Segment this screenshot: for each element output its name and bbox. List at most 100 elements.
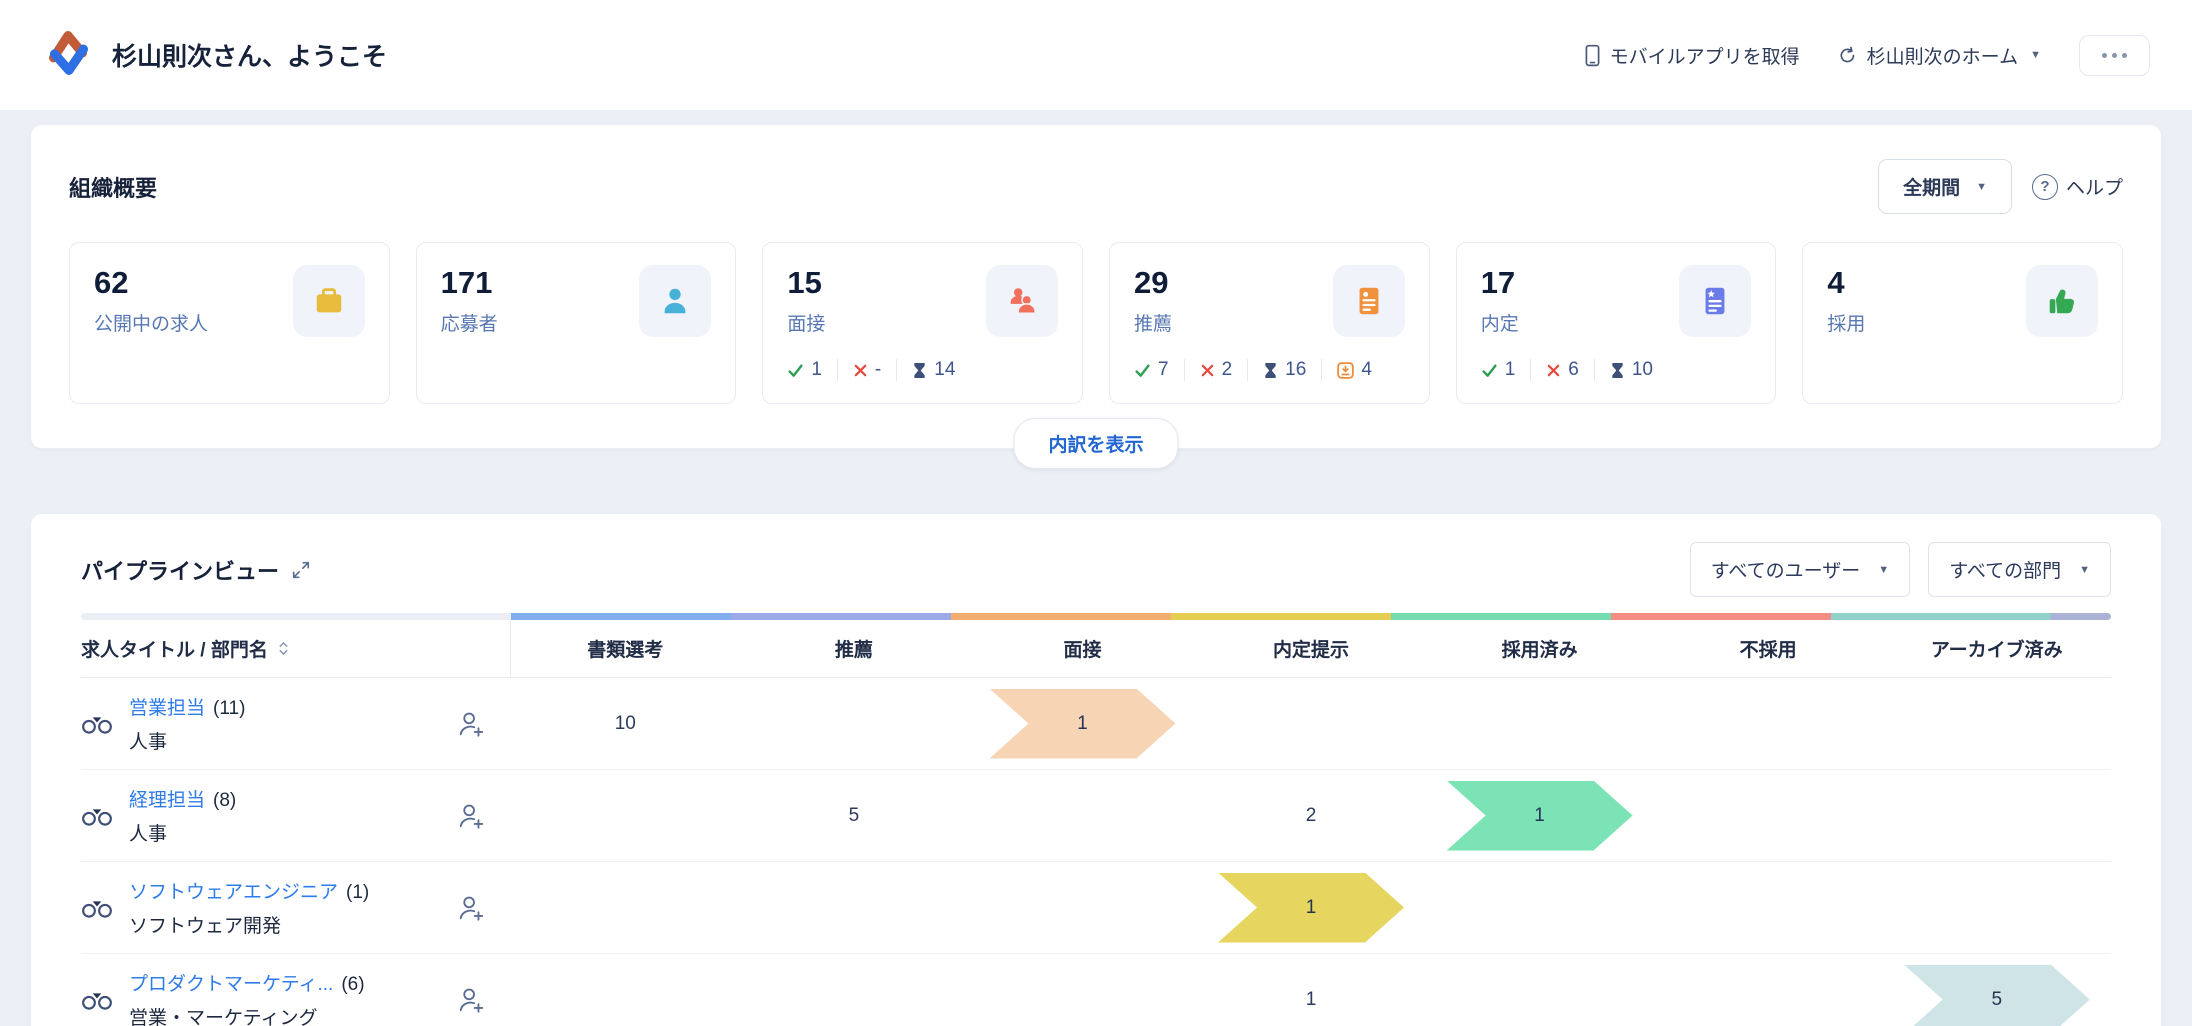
offer-icon — [1698, 284, 1732, 318]
stage-bar-segment — [511, 613, 731, 620]
stat-card[interactable]: 171 応募者 — [416, 242, 737, 404]
person-add-icon[interactable] — [457, 986, 485, 1014]
app-header: 杉山則次さん、ようこそ モバイルアプリを取得 杉山則次のホーム ▼ — [0, 0, 2192, 110]
job-department: 営業・マーケティング — [129, 1003, 365, 1026]
expand-icon[interactable] — [291, 560, 311, 580]
stage-count[interactable]: 1 — [1306, 989, 1317, 1011]
stage-column-header[interactable]: 不採用 — [1654, 635, 1883, 662]
show-breakdown-button[interactable]: 内訳を表示 — [1013, 418, 1178, 469]
users-filter-dropdown[interactable]: すべてのユーザー ▼ — [1690, 542, 1910, 597]
stage-column-header[interactable]: 採用済み — [1425, 635, 1654, 662]
stat-card[interactable]: 17 内定 1610 — [1456, 242, 1777, 404]
stage-column-header[interactable]: 推薦 — [740, 635, 969, 662]
stage-bar-segment — [1171, 613, 1391, 620]
job-title-link[interactable]: 経理担当 — [129, 790, 205, 811]
pipeline-cell — [1197, 678, 1426, 769]
job-department: ソフトウェア開発 — [129, 911, 369, 938]
get-mobile-app-link[interactable]: モバイルアプリを取得 — [1585, 42, 1800, 69]
stage-bar-segment — [1831, 613, 2051, 620]
home-switcher-dropdown[interactable]: 杉山則次のホーム ▼ — [1838, 42, 2041, 69]
person-add-icon[interactable] — [457, 710, 485, 738]
sort-icon[interactable] — [278, 641, 289, 656]
pipeline-title: パイプラインビュー — [81, 554, 311, 586]
chevron-down-icon: ▼ — [1976, 181, 1987, 193]
stage-column-header[interactable]: アーカイブ済み — [1882, 635, 2111, 662]
stage-column-header[interactable]: 書類選考 — [511, 635, 740, 662]
stage-count[interactable]: 5 — [849, 805, 860, 827]
stat-substat: 1 — [1481, 359, 1531, 381]
resume-icon — [1352, 284, 1386, 318]
stage-bar-segment — [731, 613, 951, 620]
stat-icon-badge — [986, 265, 1058, 337]
stat-card[interactable]: 29 推薦 72164 — [1109, 242, 1430, 404]
binoculars-icon — [81, 804, 113, 827]
table-row: 営業担当(11) 人事 10 1 — [81, 678, 2111, 770]
pipeline-cell — [968, 770, 1197, 861]
check-icon — [787, 362, 804, 379]
stat-substat: 2 — [1184, 359, 1248, 381]
pipeline-cell — [1425, 954, 1654, 1026]
stage-bar-segment — [951, 613, 1171, 620]
thumbsup-icon — [2045, 284, 2079, 318]
check-icon — [1134, 362, 1151, 379]
person-add-icon[interactable] — [457, 802, 485, 830]
chevron-down-icon: ▼ — [1878, 564, 1889, 576]
binoculars-icon — [81, 896, 113, 919]
stage-count[interactable]: 10 — [615, 713, 636, 735]
substat-value: 14 — [934, 359, 955, 381]
stage-arrow[interactable]: 5 — [1904, 965, 2090, 1026]
app-logo — [42, 26, 96, 85]
stat-substat: - — [837, 359, 896, 381]
stage-arrow[interactable]: 1 — [1447, 781, 1633, 851]
departments-filter-value: すべての部門 — [1949, 556, 2061, 583]
due-icon — [1337, 362, 1354, 379]
job-department: 人事 — [129, 727, 245, 754]
stat-card[interactable]: 4 採用 — [1802, 242, 2123, 404]
stage-column-header[interactable]: 内定提示 — [1197, 635, 1426, 662]
stage-arrow[interactable]: 1 — [989, 689, 1175, 759]
pipeline-cell: 2 — [1197, 770, 1426, 861]
job-title-link[interactable]: 営業担当 — [129, 698, 205, 719]
get-mobile-app-label: モバイルアプリを取得 — [1610, 42, 1800, 69]
stage-arrow[interactable]: 1 — [1218, 873, 1404, 943]
pipeline-cell — [511, 954, 740, 1026]
pipeline-cell — [1425, 862, 1654, 953]
x-icon — [853, 363, 868, 378]
help-link[interactable]: ? ヘルプ — [2032, 173, 2123, 200]
check-icon — [1481, 362, 1498, 379]
substat-value: 7 — [1158, 359, 1169, 381]
pipeline-cell: 1 — [1425, 770, 1654, 861]
stage-count[interactable]: 2 — [1306, 805, 1317, 827]
pipeline-cell — [740, 862, 969, 953]
x-icon — [1546, 363, 1561, 378]
stat-substat: 1 — [787, 359, 837, 381]
stat-cards-row: 62 公開中の求人 171 応募者 15 面接 1-14 29 推薦 — [69, 242, 2123, 404]
person-add-icon[interactable] — [457, 894, 485, 922]
stat-value: 29 — [1134, 265, 1172, 301]
people-icon — [1005, 284, 1039, 318]
stage-bar-segment — [1611, 613, 1831, 620]
more-options-button[interactable] — [2079, 35, 2150, 76]
departments-filter-dropdown[interactable]: すべての部門 ▼ — [1928, 542, 2111, 597]
stage-bar-endcap — [2051, 613, 2111, 620]
job-title-column-header[interactable]: 求人タイトル / 部門名 — [81, 620, 511, 677]
mobile-phone-icon — [1585, 44, 1600, 67]
period-filter-dropdown[interactable]: 全期間 ▼ — [1878, 159, 2012, 214]
binoculars-icon — [81, 988, 113, 1011]
job-title-cell: 営業担当(11) 人事 — [81, 693, 511, 754]
stat-value: 62 — [94, 265, 208, 301]
org-overview-title: 組織概要 — [69, 171, 157, 203]
stat-card[interactable]: 15 面接 1-14 — [762, 242, 1083, 404]
stat-card[interactable]: 62 公開中の求人 — [69, 242, 390, 404]
table-row: ソフトウェアエンジニア(1) ソフトウェア開発 1 — [81, 862, 2111, 954]
substat-value: 2 — [1222, 359, 1233, 381]
job-title-link[interactable]: プロダクトマーケティ... — [129, 974, 333, 995]
person-icon — [658, 284, 692, 318]
chevron-down-icon: ▼ — [2030, 49, 2041, 61]
help-label: ヘルプ — [2066, 173, 2123, 200]
pipeline-cell — [740, 954, 969, 1026]
job-title-link[interactable]: ソフトウェアエンジニア — [129, 882, 338, 903]
stage-column-header[interactable]: 面接 — [968, 635, 1197, 662]
job-title-cell: ソフトウェアエンジニア(1) ソフトウェア開発 — [81, 877, 511, 938]
stat-icon-badge — [639, 265, 711, 337]
